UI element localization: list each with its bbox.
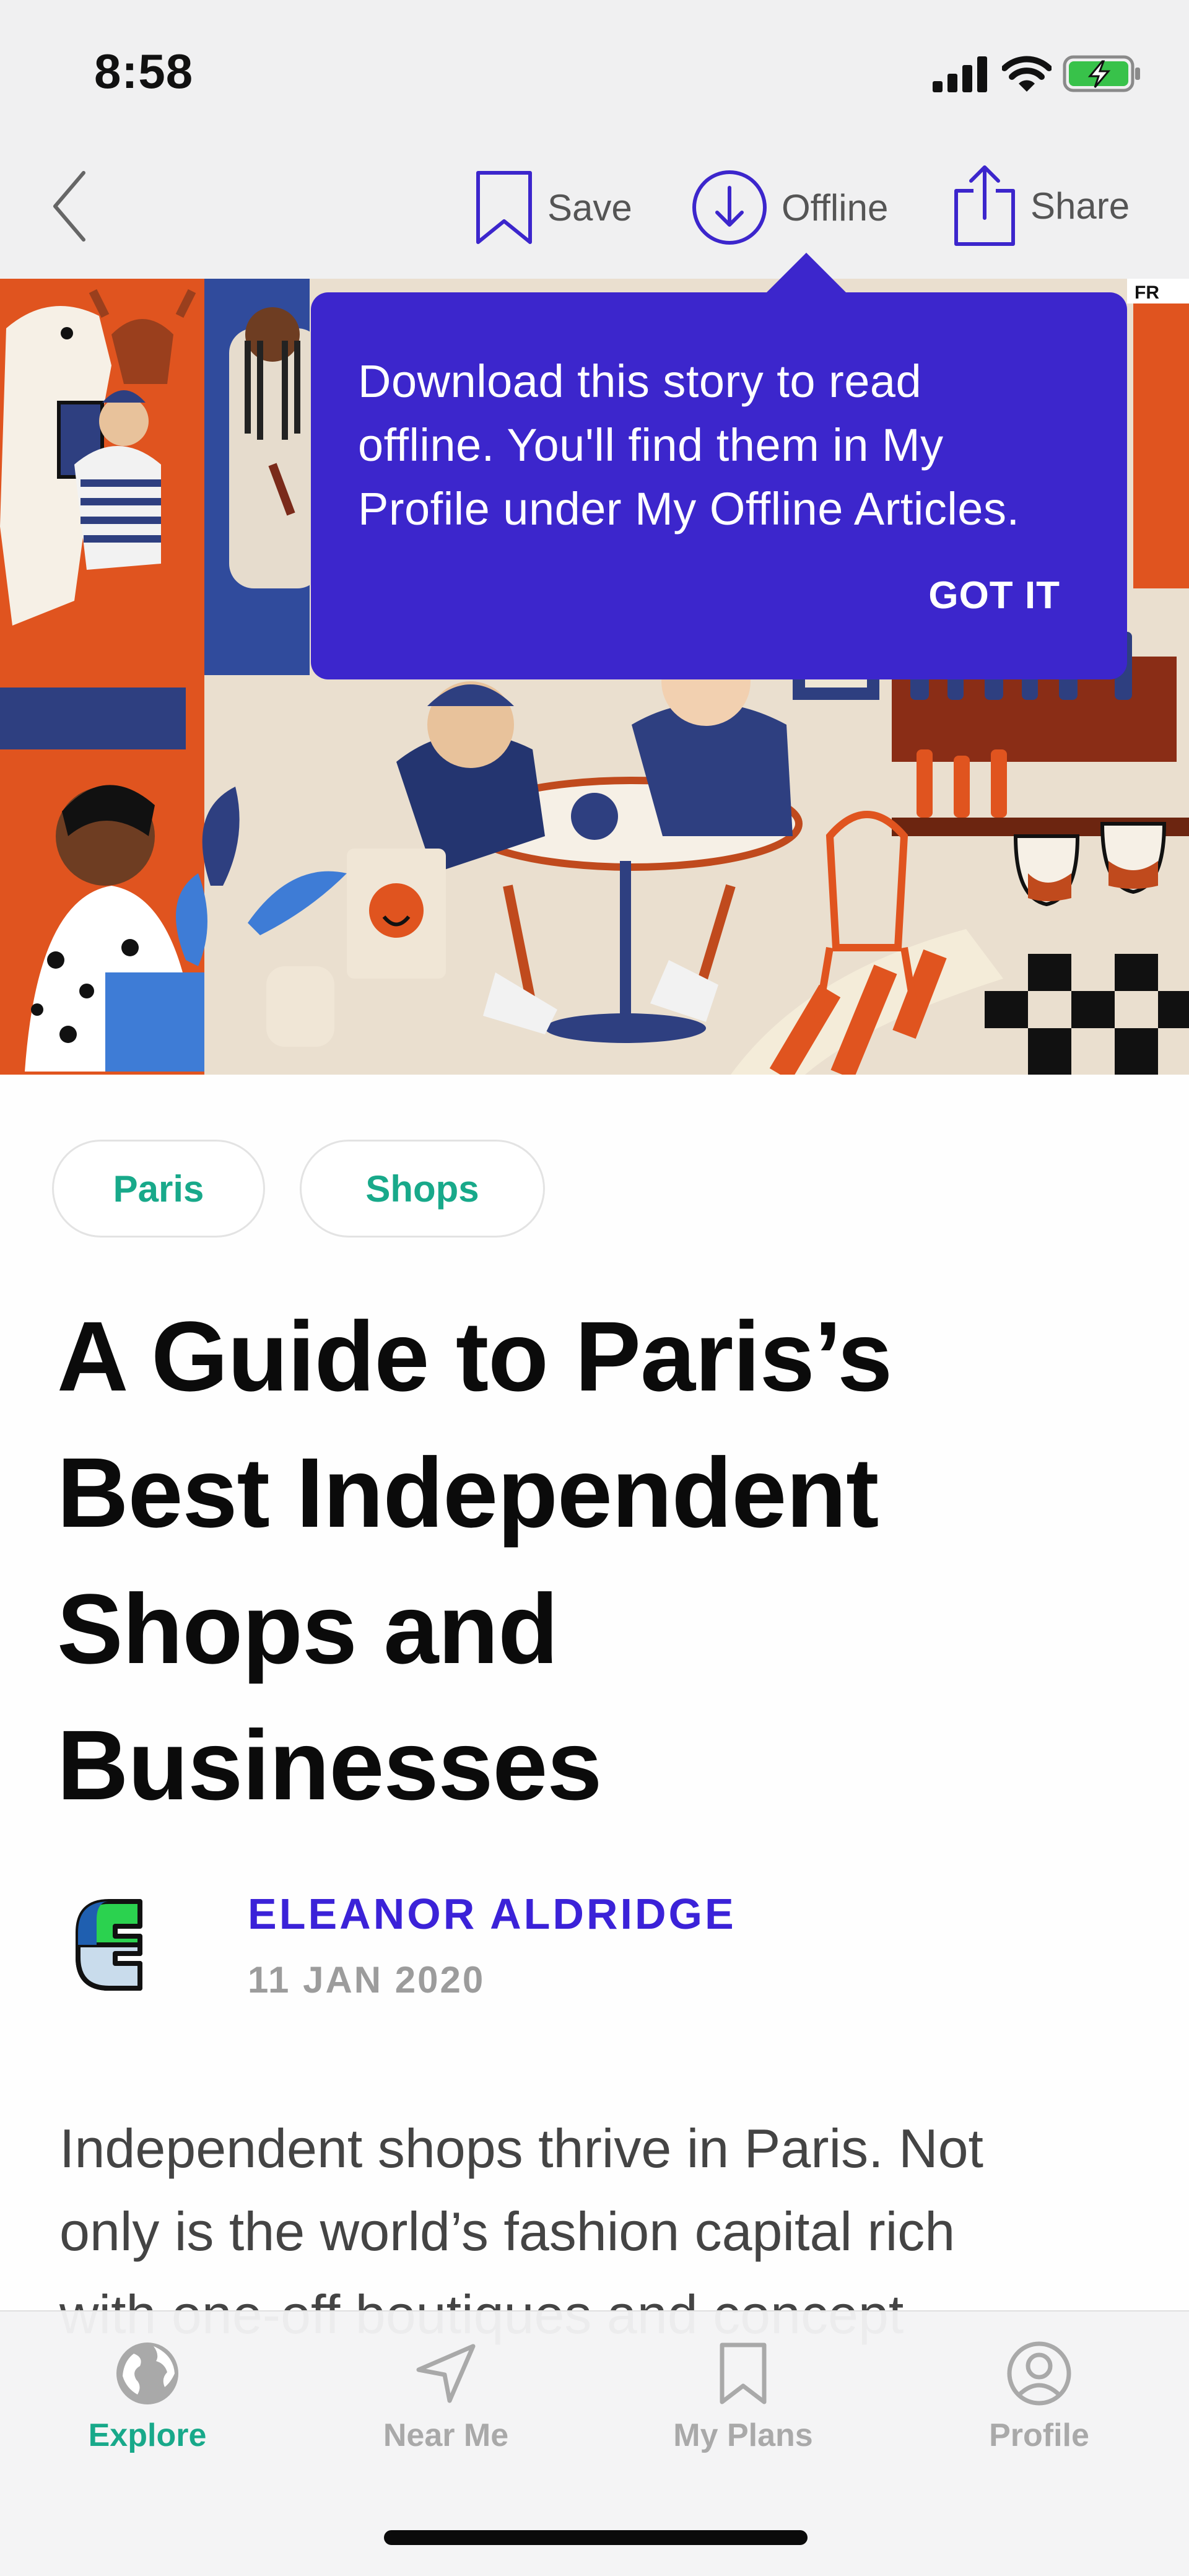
tooltip-line: Profile under My Offline Articles. [358, 483, 1020, 535]
article-title: A Guide to Paris’s Best Independent Shop… [57, 1288, 1110, 1833]
tab-label: Profile [989, 2417, 1089, 2453]
tab-my-plans[interactable]: My Plans [650, 2341, 836, 2454]
cellular-signal-icon [933, 56, 987, 92]
tab-label: My Plans [673, 2417, 813, 2453]
title-line: Businesses [57, 1709, 602, 1820]
user-circle-icon [1007, 2341, 1071, 2406]
tooltip-line: offline. You'll find them in My [358, 419, 944, 471]
back-button[interactable] [41, 166, 97, 247]
globe-icon [116, 2342, 178, 2404]
title-line: Best Independent [57, 1437, 879, 1548]
tab-near-me[interactable]: Near Me [353, 2341, 539, 2454]
body-line: Independent shops thrive in Paris. Not [59, 2118, 984, 2179]
offline-button[interactable]: Offline [691, 167, 888, 248]
battery-icon [1063, 55, 1140, 92]
shop-sign-text: FR [1135, 282, 1159, 303]
got-it-button[interactable]: GOT IT [928, 574, 1060, 618]
tag-paris[interactable]: Paris [52, 1140, 265, 1238]
status-icons [931, 52, 1142, 95]
author-logo-icon [76, 1899, 142, 1991]
wifi-icon [1002, 56, 1052, 92]
author-avatar[interactable] [72, 1895, 152, 1994]
bookmark-icon [476, 171, 532, 244]
offline-tooltip: Download this story to read offline. You… [311, 292, 1127, 679]
title-line: A Guide to Paris’s [57, 1301, 892, 1412]
title-line: Shops and [57, 1573, 559, 1684]
tab-profile[interactable]: Profile [946, 2341, 1132, 2454]
share-label: Share [1030, 185, 1130, 227]
chevron-left-icon [53, 171, 85, 242]
body-line: only is the world’s fashion capital rich [59, 2201, 956, 2262]
share-button[interactable]: Share [952, 162, 1130, 249]
tooltip-message: Download this story to read offline. You… [358, 349, 1078, 541]
tooltip-arrow [763, 253, 850, 296]
save-label: Save [547, 186, 632, 229]
download-circle-icon [692, 170, 767, 245]
tooltip-line: Download this story to read [358, 356, 922, 407]
save-button[interactable]: Save [474, 167, 632, 248]
tab-explore[interactable]: Explore [54, 2341, 240, 2454]
tab-label: Near Me [383, 2417, 509, 2453]
offline-label: Offline [782, 186, 889, 229]
tab-label: Explore [88, 2417, 207, 2453]
publish-date: 11 JAN 2020 [248, 1959, 486, 2001]
status-time: 8:58 [94, 44, 194, 98]
tag-shops[interactable]: Shops [300, 1140, 545, 1238]
navigation-arrow-icon [416, 2344, 476, 2403]
bookmark-icon [720, 2342, 767, 2404]
author-name[interactable]: ELEANOR ALDRIDGE [248, 1889, 736, 1939]
home-indicator[interactable] [384, 2530, 808, 2545]
share-icon [954, 165, 1015, 246]
